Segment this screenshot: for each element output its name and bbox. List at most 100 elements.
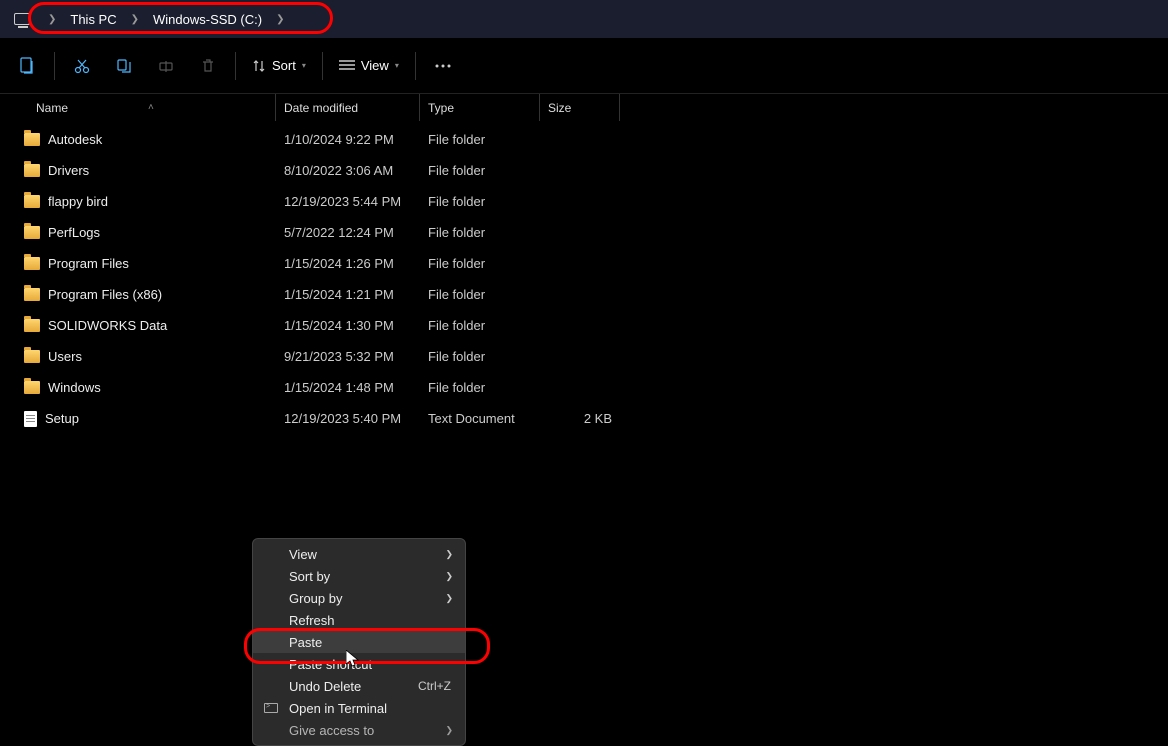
titlebar: ❯ This PC ❯ Windows-SSD (C:) ❯ <box>0 0 1168 38</box>
file-row[interactable]: Users 9/21/2023 5:32 PMFile folder <box>0 341 1168 372</box>
menu-undo-delete[interactable]: Undo Delete Ctrl+Z <box>253 675 465 697</box>
menu-refresh[interactable]: Refresh <box>253 609 465 631</box>
file-name: Autodesk <box>48 132 102 147</box>
file-name: SOLIDWORKS Data <box>48 318 167 333</box>
file-size: 2 KB <box>540 411 620 426</box>
folder-icon <box>24 381 40 394</box>
file-name: Program Files (x86) <box>48 287 162 302</box>
file-area[interactable]: Name ˄ Date modified Type Size Autodesk 1… <box>0 94 1168 745</box>
file-type: File folder <box>420 163 540 178</box>
separator <box>235 52 236 80</box>
rename-button[interactable] <box>145 48 187 84</box>
separator <box>322 52 323 80</box>
file-row[interactable]: Program Files1/15/2024 1:26 PMFile folde… <box>0 248 1168 279</box>
file-row[interactable]: Autodesk 1/10/2024 9:22 PMFile folder <box>0 124 1168 155</box>
header-date[interactable]: Date modified <box>276 94 420 121</box>
menu-group-by[interactable]: Group by ❯ <box>253 587 465 609</box>
file-row[interactable]: flappy bird12/19/2023 5:44 PMFile folder <box>0 186 1168 217</box>
file-date: 1/10/2024 9:22 PM <box>276 132 420 147</box>
file-type: File folder <box>420 349 540 364</box>
chevron-right-icon: ❯ <box>445 549 453 560</box>
menu-sort-by[interactable]: Sort by ❯ <box>253 565 465 587</box>
chevron-right-icon: ❯ <box>445 593 453 604</box>
file-date: 1/15/2024 1:30 PM <box>276 318 420 333</box>
breadcrumb[interactable]: ❯ This PC ❯ Windows-SSD (C:) ❯ <box>8 4 298 34</box>
folder-icon <box>24 288 40 301</box>
menu-paste[interactable]: Paste <box>253 631 465 653</box>
chevron-right-icon[interactable]: ❯ <box>123 14 147 25</box>
view-label: View <box>361 58 389 73</box>
sort-button[interactable]: Sort ▾ <box>242 58 316 73</box>
chevron-down-icon: ▾ <box>302 61 306 70</box>
file-icon <box>24 411 37 427</box>
file-list: Autodesk1/10/2024 9:22 PMFile folderDriv… <box>0 122 1168 434</box>
sort-label: Sort <box>272 58 296 73</box>
file-row[interactable]: Drivers 8/10/2022 3:06 AMFile folder <box>0 155 1168 186</box>
new-button[interactable] <box>6 48 48 84</box>
menu-open-terminal[interactable]: Open in Terminal <box>253 697 465 719</box>
column-headers: Name ˄ Date modified Type Size <box>0 94 1168 122</box>
file-name: Program Files <box>48 256 129 271</box>
separator <box>415 52 416 80</box>
file-name: Windows <box>48 380 101 395</box>
separator <box>54 52 55 80</box>
folder-icon <box>24 226 40 239</box>
toolbar: Sort ▾ View ▾ <box>0 38 1168 94</box>
breadcrumb-drive[interactable]: Windows-SSD (C:) <box>149 12 266 27</box>
delete-button[interactable] <box>187 48 229 84</box>
content-area: Name ˄ Date modified Type Size Autodesk 1… <box>0 94 1168 745</box>
folder-icon <box>24 319 40 332</box>
shortcut-label: Ctrl+Z <box>418 679 451 693</box>
menu-give-access[interactable]: Give access to ❯ <box>253 719 465 741</box>
view-button[interactable]: View ▾ <box>329 58 409 73</box>
file-type: Text Document <box>420 411 540 426</box>
header-size[interactable]: Size <box>540 94 620 121</box>
chevron-up-icon: ˄ <box>148 102 154 113</box>
menu-paste-shortcut[interactable]: Paste shortcut <box>253 653 465 675</box>
file-name: Users <box>48 349 82 364</box>
file-type: File folder <box>420 318 540 333</box>
file-date: 1/15/2024 1:21 PM <box>276 287 420 302</box>
folder-icon <box>24 133 40 146</box>
file-date: 12/19/2023 5:44 PM <box>276 194 420 209</box>
file-date: 1/15/2024 1:48 PM <box>276 380 420 395</box>
folder-icon <box>24 257 40 270</box>
pc-icon <box>14 13 30 25</box>
file-type: File folder <box>420 380 540 395</box>
menu-view[interactable]: View ❯ <box>253 543 465 565</box>
file-row[interactable]: Setup 12/19/2023 5:40 PMText Document2 KB <box>0 403 1168 434</box>
more-button[interactable] <box>422 48 464 84</box>
chevron-right-icon: ❯ <box>445 571 453 582</box>
context-menu: View ❯ Sort by ❯ Group by ❯ Refresh Past… <box>252 538 466 746</box>
file-type: File folder <box>420 132 540 147</box>
file-row[interactable]: Program Files (x86) 1/15/2024 1:21 PMFile… <box>0 279 1168 310</box>
file-type: File folder <box>420 225 540 240</box>
terminal-icon <box>263 702 279 714</box>
file-row[interactable]: Windows 1/15/2024 1:48 PMFile folder <box>0 372 1168 403</box>
chevron-right-icon[interactable]: ❯ <box>40 14 64 25</box>
view-icon <box>339 60 355 72</box>
file-row[interactable]: PerfLogs 5/7/2022 12:24 PMFile folder <box>0 217 1168 248</box>
chevron-down-icon: ▾ <box>395 61 399 70</box>
file-date: 8/10/2022 3:06 AM <box>276 163 420 178</box>
file-row[interactable]: SOLIDWORKS Data 1/15/2024 1:30 PMFile fol… <box>0 310 1168 341</box>
sort-icon <box>252 59 266 73</box>
file-name: PerfLogs <box>48 225 100 240</box>
file-type: File folder <box>420 256 540 271</box>
chevron-right-icon[interactable]: ❯ <box>268 14 292 25</box>
file-date: 12/19/2023 5:40 PM <box>276 411 420 426</box>
header-name[interactable]: Name ˄ <box>0 94 276 121</box>
chevron-right-icon: ❯ <box>445 725 453 736</box>
copy-button[interactable] <box>103 48 145 84</box>
breadcrumb-this-pc[interactable]: This PC <box>66 12 120 27</box>
header-type[interactable]: Type <box>420 94 540 121</box>
folder-icon <box>24 350 40 363</box>
file-date: 9/21/2023 5:32 PM <box>276 349 420 364</box>
folder-icon <box>24 195 40 208</box>
file-type: File folder <box>420 194 540 209</box>
file-type: File folder <box>420 287 540 302</box>
file-date: 5/7/2022 12:24 PM <box>276 225 420 240</box>
cut-button[interactable] <box>61 48 103 84</box>
file-name: Drivers <box>48 163 89 178</box>
file-name: Setup <box>45 411 79 426</box>
